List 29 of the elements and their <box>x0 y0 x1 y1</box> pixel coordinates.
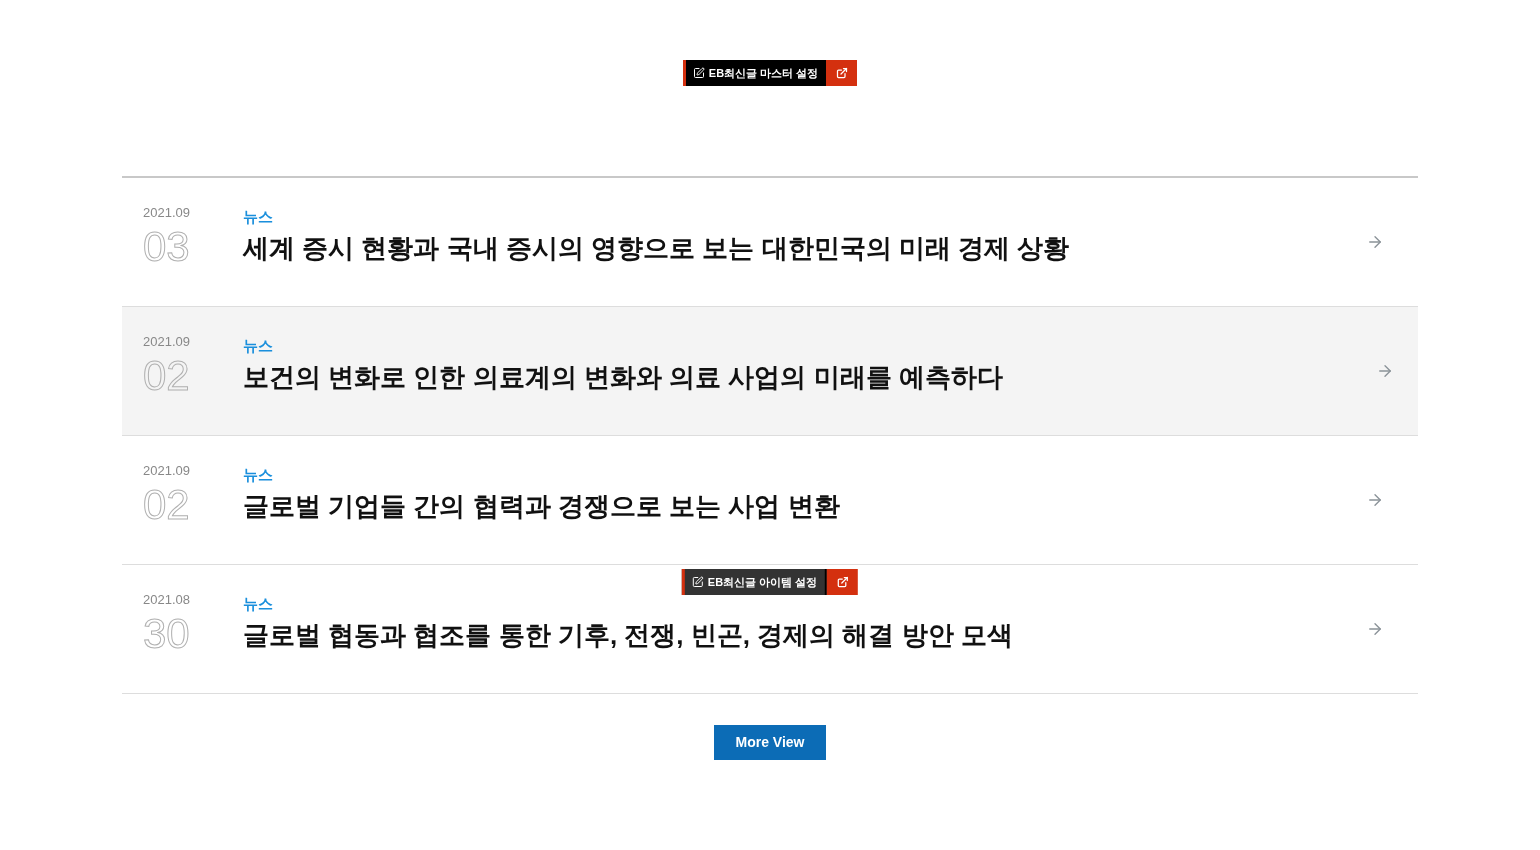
post-title: 세계 증시 현황과 국내 증시의 영향으로 보는 대한민국의 미래 경제 상황 <box>243 232 1070 265</box>
post-date: 2021.08 <box>143 592 190 608</box>
edit-icon <box>692 67 705 79</box>
category-label: 뉴스 <box>243 337 273 355</box>
arrow-right-icon <box>1366 491 1384 509</box>
arrow-right-icon <box>1366 620 1384 638</box>
post-day: 02 <box>143 483 190 527</box>
post-day: 02 <box>143 354 190 398</box>
category-label: 뉴스 <box>243 595 273 613</box>
settings-button[interactable]: EB최신글 아이템 설정 <box>681 569 828 595</box>
post-day: 30 <box>143 612 190 656</box>
post-day: 03 <box>143 225 190 269</box>
category-label: 뉴스 <box>243 466 273 484</box>
arrow-right-icon <box>1376 362 1394 380</box>
category-label: 뉴스 <box>243 208 273 226</box>
external-link-icon <box>835 67 848 79</box>
post-date: 2021.09 <box>143 205 190 221</box>
external-link-button[interactable] <box>827 569 859 595</box>
news-list-item[interactable]: 2021.09 02 뉴스 보건의 변화로 인한 의료계의 변화와 의료 사업의 미래를 예측하다 <box>122 307 1418 436</box>
post-date: 2021.09 <box>143 463 190 479</box>
post-date: 2021.09 <box>143 334 190 350</box>
edit-icon <box>691 576 704 588</box>
post-title: 보건의 변화로 인한 의료계의 변화와 의료 사업의 미래를 예측하다 <box>243 361 1003 394</box>
external-link-icon <box>836 576 849 588</box>
more-view-button[interactable]: More View <box>714 725 826 760</box>
settings-button[interactable]: EB최신글 마스터 설정 <box>682 60 827 86</box>
arrow-right-icon <box>1366 233 1384 251</box>
post-title: 글로벌 기업들 간의 협력과 경쟁으로 보는 사업 변환 <box>243 490 840 523</box>
external-link-button[interactable] <box>826 60 858 86</box>
